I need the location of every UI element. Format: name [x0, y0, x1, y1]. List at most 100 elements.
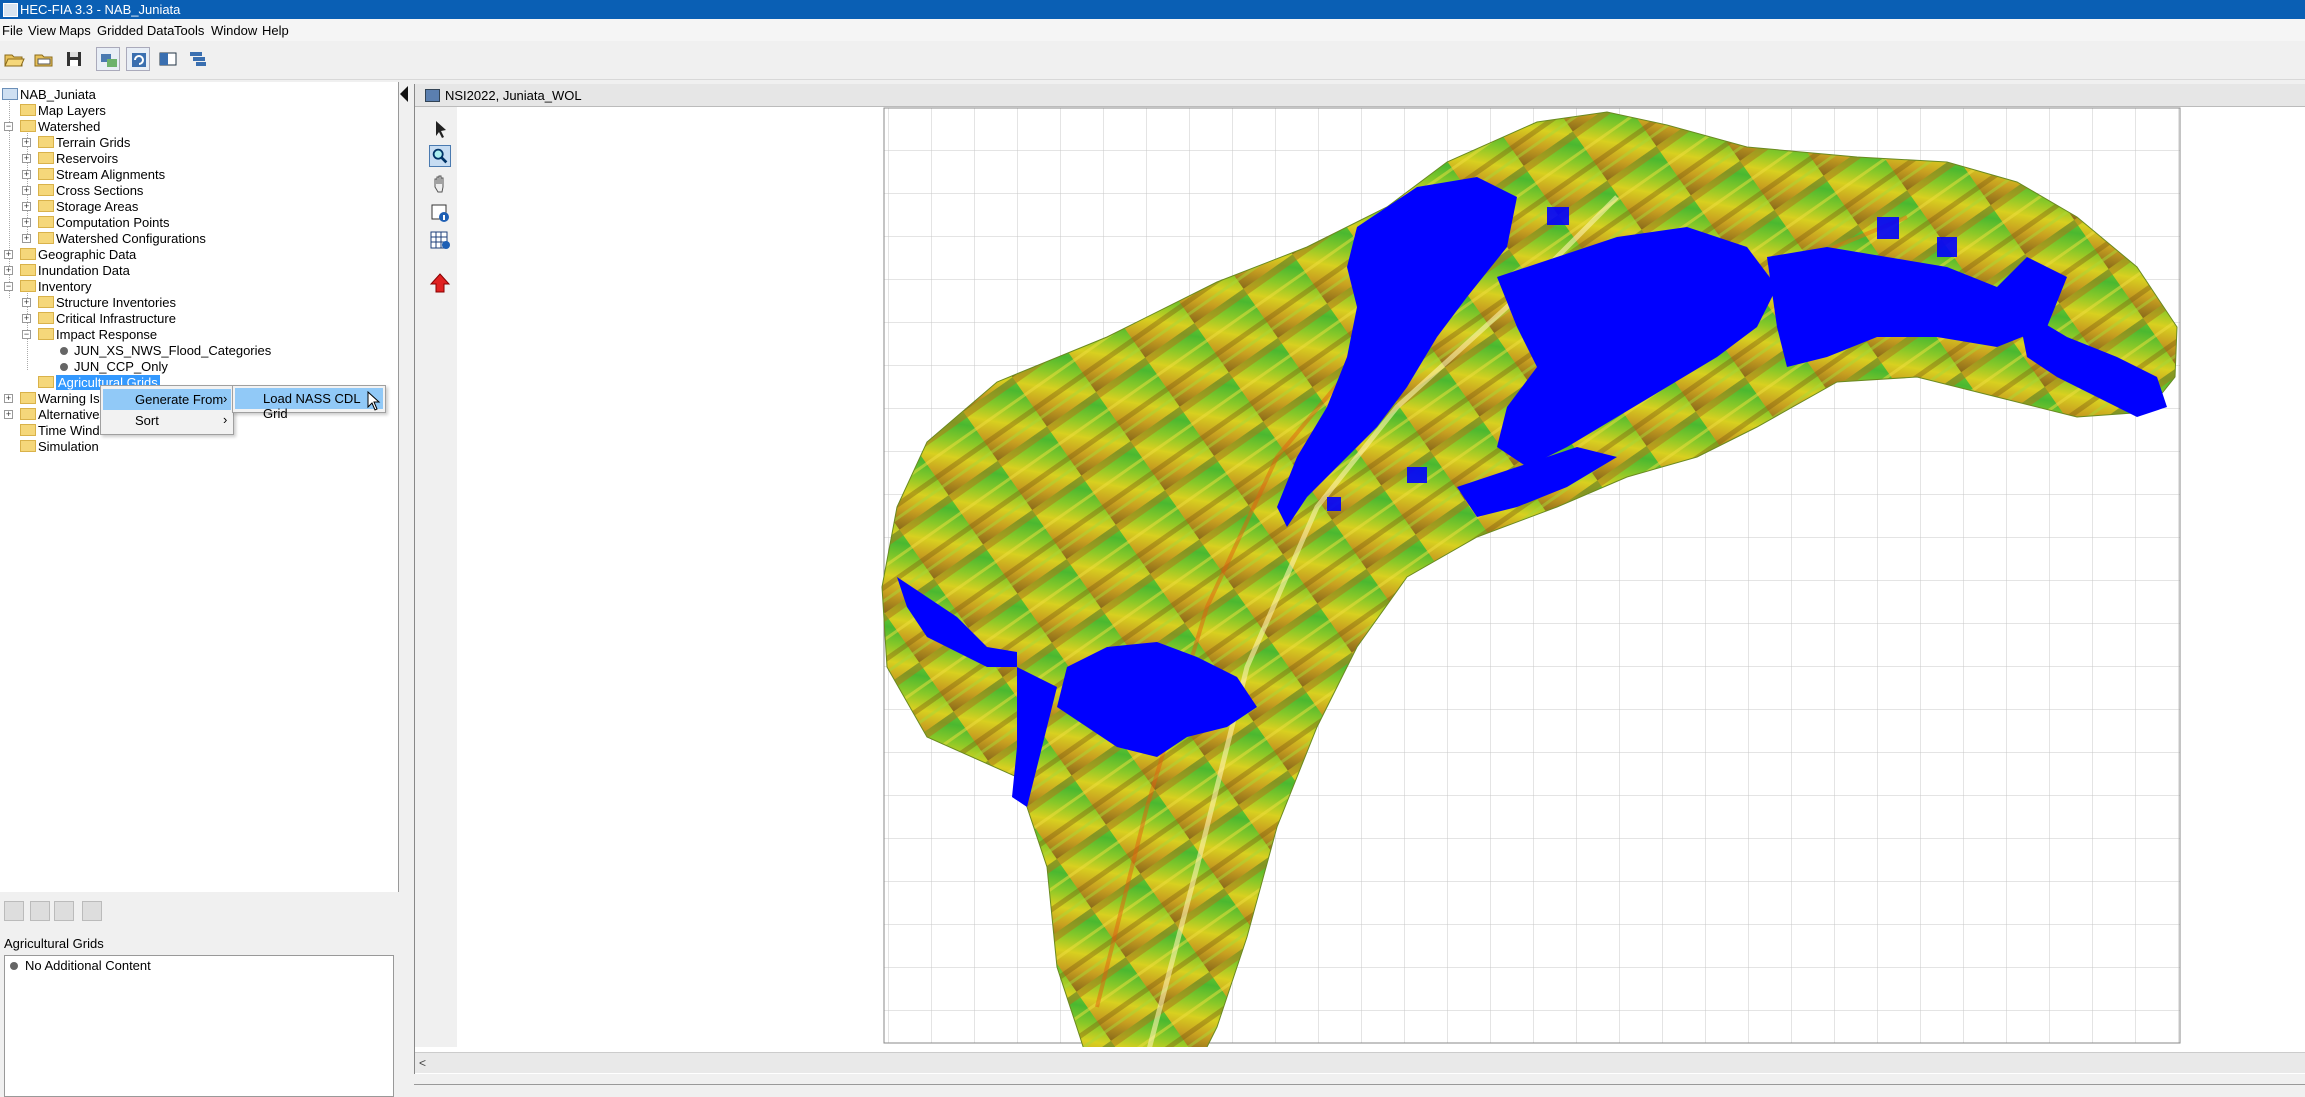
menu-item-label: Generate From	[135, 392, 224, 407]
folder-icon	[20, 248, 36, 260]
expand-icon[interactable]: +	[4, 394, 13, 403]
tree-label: Watershed	[38, 119, 101, 134]
tree-label: Storage Areas	[56, 199, 139, 214]
map-window: NSI2022, Juniata_WOL <	[414, 84, 2305, 1097]
attribute-table-icon[interactable]	[429, 229, 451, 251]
menu-item-load-nass-cdl-grid[interactable]: Load NASS CDL Grid	[235, 388, 383, 421]
tree-actions-toolbar	[0, 893, 398, 927]
window-layout-icon[interactable]	[156, 47, 180, 71]
bullet-icon	[60, 363, 68, 371]
collapse-icon[interactable]: −	[4, 122, 13, 131]
bullet-icon	[60, 347, 68, 355]
map-window-icon	[425, 89, 440, 102]
expand-icon[interactable]: +	[22, 170, 31, 179]
folder-icon	[20, 424, 36, 436]
tree-label: JUN_XS_NWS_Flood_Categories	[74, 343, 272, 358]
map-canvas[interactable]	[457, 107, 2305, 1097]
edit-icon[interactable]	[4, 901, 24, 921]
map-toolbar	[415, 107, 457, 1047]
save-icon[interactable]	[62, 47, 86, 71]
tree-label: Inundation Data	[38, 263, 130, 278]
menu-tools[interactable]: Tools	[174, 23, 204, 38]
open-project-icon[interactable]	[2, 47, 26, 71]
map-window-titlebar: NSI2022, Juniata_WOL	[415, 84, 2305, 107]
expand-icon[interactable]: +	[22, 154, 31, 163]
add-layer-icon[interactable]	[96, 47, 120, 71]
collapse-icon[interactable]: −	[22, 330, 31, 339]
folder-icon	[38, 376, 54, 388]
tile-windows-icon[interactable]	[186, 47, 210, 71]
select-arrow-icon[interactable]	[429, 118, 451, 140]
main-toolbar	[0, 41, 2305, 80]
tree-label: NAB_Juniata	[20, 87, 96, 102]
run-icon[interactable]	[82, 901, 102, 921]
expand-icon[interactable]: +	[22, 298, 31, 307]
folder-icon	[20, 440, 36, 452]
tree-label: Warning Iss	[38, 391, 107, 406]
folder-icon	[38, 232, 54, 244]
folder-icon	[20, 408, 36, 420]
menu-item-generate-from[interactable]: Generate From ›	[103, 389, 231, 410]
title-bar: HEC-FIA 3.3 - NAB_Juniata	[0, 0, 2305, 19]
map-svg	[457, 107, 2305, 1097]
menu-file[interactable]: File	[2, 23, 23, 38]
menu-item-sort[interactable]: Sort ›	[103, 410, 231, 431]
app-icon	[3, 3, 18, 17]
expand-icon[interactable]: +	[22, 202, 31, 211]
folder-icon	[38, 328, 54, 340]
zoom-icon[interactable]	[429, 145, 451, 167]
tree-label: Simulation	[38, 439, 99, 454]
expand-icon[interactable]: +	[22, 314, 31, 323]
submenu-arrow-icon: ›	[223, 412, 228, 427]
menu-maps[interactable]: Maps	[59, 23, 91, 38]
collapse-pane-arrow-icon[interactable]	[400, 86, 408, 102]
tree-label: Impact Response	[56, 327, 158, 342]
open-folder-icon[interactable]	[32, 47, 56, 71]
expand-icon[interactable]: +	[22, 186, 31, 195]
menu-gridded-data[interactable]: Gridded Data	[97, 23, 174, 38]
status-bar	[414, 1084, 2305, 1097]
folder-icon	[38, 200, 54, 212]
folder-icon	[38, 168, 54, 180]
expand-icon[interactable]: +	[22, 138, 31, 147]
menu-window[interactable]: Window	[211, 23, 257, 38]
details-title: Agricultural Grids	[4, 936, 104, 951]
identify-icon[interactable]	[429, 202, 451, 224]
folder-icon	[20, 280, 36, 292]
folder-icon	[38, 136, 54, 148]
scroll-left-arrow-icon[interactable]: <	[419, 1056, 426, 1070]
folder-icon	[20, 120, 36, 132]
tree-label: JUN_CCP_Only	[74, 359, 168, 374]
pan-hand-icon[interactable]	[429, 173, 451, 195]
menu-item-label: Sort	[135, 413, 159, 428]
folder-icon	[38, 216, 54, 228]
expand-icon[interactable]: +	[22, 218, 31, 227]
horizontal-scrollbar[interactable]: <	[415, 1052, 2305, 1073]
tree-label: Stream Alignments	[56, 167, 166, 182]
rename-icon[interactable]	[30, 901, 50, 921]
tree-label: Critical Infrastructure	[56, 311, 176, 326]
expand-icon[interactable]: +	[4, 410, 13, 419]
menu-bar: File View Maps Gridded Data Tools Window…	[0, 19, 2305, 41]
folder-icon	[38, 296, 54, 308]
tree-label: Cross Sections	[56, 183, 144, 198]
mouse-cursor-icon	[367, 391, 381, 411]
folder-icon	[38, 184, 54, 196]
expand-icon[interactable]: +	[4, 266, 13, 275]
context-menu: Generate From › Sort ›	[100, 385, 234, 435]
bullet-icon	[10, 962, 18, 970]
menu-item-label: Load NASS CDL Grid	[263, 391, 361, 421]
delete-icon[interactable]	[54, 901, 74, 921]
map-window-title: NSI2022, Juniata_WOL	[445, 88, 582, 103]
expand-icon[interactable]: +	[4, 250, 13, 259]
tree-label: Alternatives	[38, 407, 106, 422]
up-arrow-icon[interactable]	[429, 272, 451, 294]
folder-icon	[20, 264, 36, 276]
menu-help[interactable]: Help	[262, 23, 289, 38]
project-tree: NAB_Juniata Map Layers − Watershed + Ter…	[0, 82, 399, 892]
collapse-icon[interactable]: −	[4, 282, 13, 291]
refresh-map-icon[interactable]	[126, 47, 150, 71]
menu-view[interactable]: View	[28, 23, 56, 38]
tree-label: Computation Points	[56, 215, 170, 230]
expand-icon[interactable]: +	[22, 234, 31, 243]
